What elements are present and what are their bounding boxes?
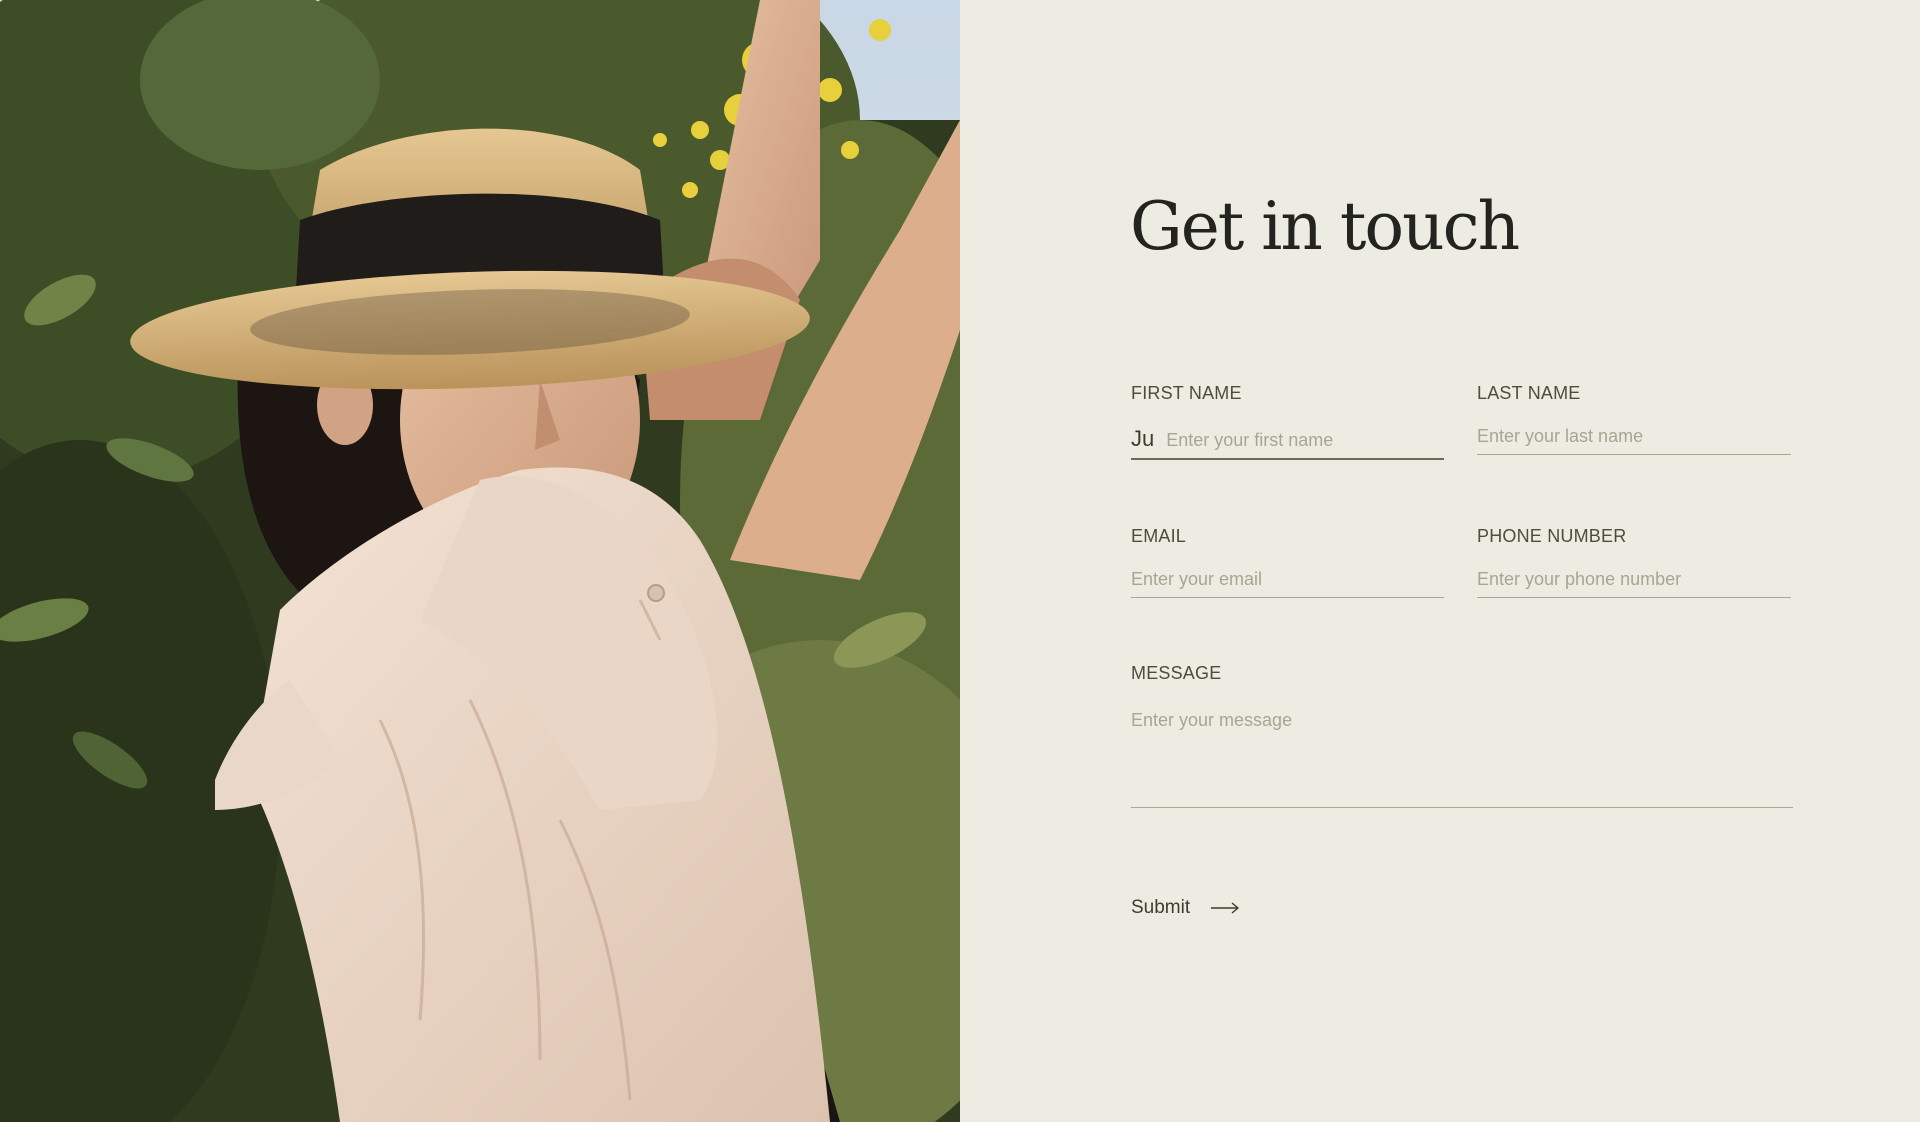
first-name-placeholder: Enter your first name <box>1166 430 1334 450</box>
first-name-field: FIRST NAME Ju Enter your first name <box>1131 383 1444 460</box>
last-name-label: LAST NAME <box>1477 383 1581 403</box>
message-field: MESSAGE Enter your message <box>1131 663 1793 808</box>
arrow-right-icon <box>1210 901 1240 915</box>
first-name-input[interactable]: Ju Enter your first name <box>1131 426 1444 460</box>
message-label: MESSAGE <box>1131 663 1222 683</box>
contact-form-panel: Get in touch FIRST NAME Ju Enter your fi… <box>960 0 1920 1122</box>
phone-input[interactable]: Enter your phone number <box>1477 569 1791 598</box>
page-title: Get in touch <box>1130 188 1520 265</box>
email-label: EMAIL <box>1131 526 1187 546</box>
message-placeholder: Enter your message <box>1131 710 1293 730</box>
phone-placeholder: Enter your phone number <box>1477 569 1682 589</box>
submit-label: Submit <box>1131 897 1191 918</box>
last-name-input[interactable]: Enter your last name <box>1477 426 1791 455</box>
phone-label: PHONE NUMBER <box>1477 526 1627 546</box>
first-name-label: FIRST NAME <box>1131 383 1242 403</box>
contact-page: Get in touch FIRST NAME Ju Enter your fi… <box>0 0 1920 1122</box>
email-field: EMAIL Enter your email <box>1131 526 1444 598</box>
email-placeholder: Enter your email <box>1131 569 1263 589</box>
email-input[interactable]: Enter your email <box>1131 569 1444 598</box>
message-textarea[interactable]: Enter your message <box>1131 710 1793 808</box>
hero-photo <box>0 0 960 1122</box>
last-name-placeholder: Enter your last name <box>1477 426 1644 446</box>
submit-button[interactable]: Submit <box>1131 897 1240 919</box>
first-name-value: Ju <box>1131 426 1155 451</box>
phone-field: PHONE NUMBER Enter your phone number <box>1477 526 1791 598</box>
photo-illustration <box>0 0 960 1122</box>
last-name-field: LAST NAME Enter your last name <box>1477 383 1791 455</box>
